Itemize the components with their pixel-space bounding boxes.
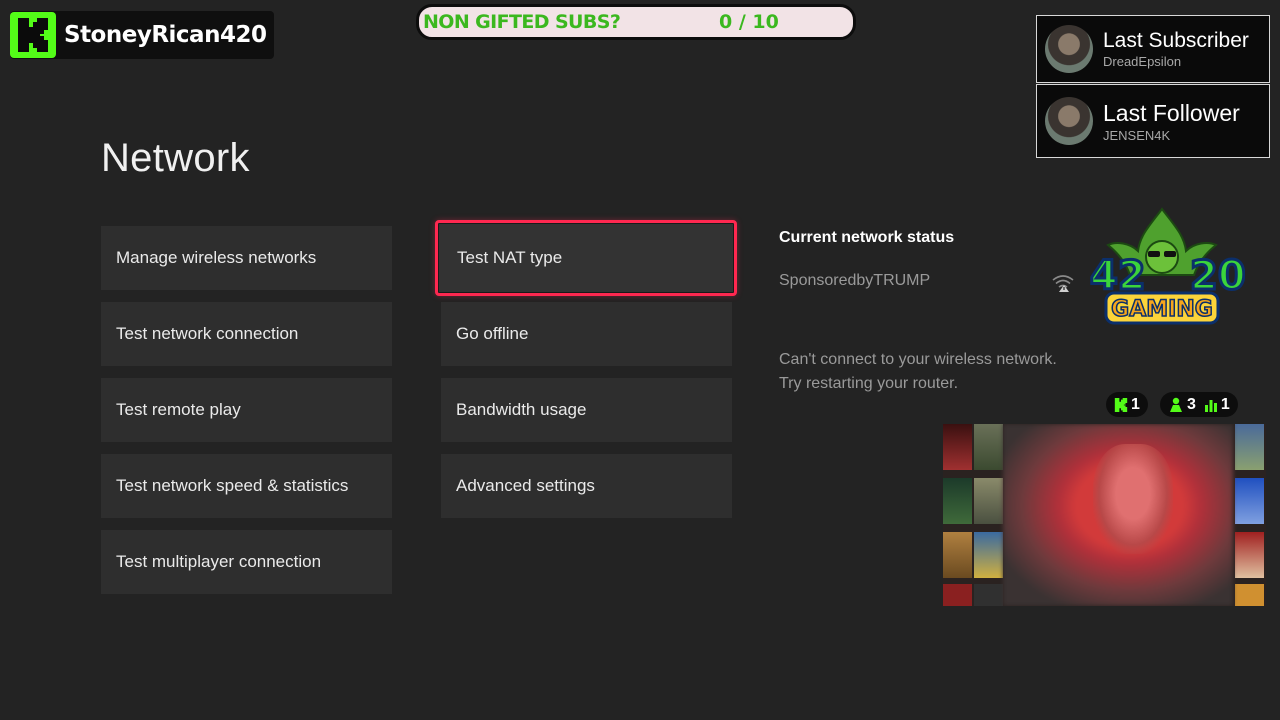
viewers-chart-icon [1204, 398, 1218, 412]
avatar [1045, 25, 1093, 73]
viewer-count: 1 [1220, 395, 1230, 413]
kick-count: 1 [1131, 395, 1140, 413]
game-thumbnail [1235, 584, 1264, 606]
tile-label: Test network speed & statistics [116, 476, 349, 495]
avatar [1045, 97, 1093, 145]
channel-name: StoneyRican420 [64, 22, 267, 48]
tile-label: Go offline [456, 324, 529, 343]
game-thumbnail [943, 584, 972, 606]
test-remote-play-button[interactable]: Test remote play [101, 378, 392, 442]
audience-stats-badge: 3 1 [1160, 392, 1238, 417]
channel-badge: StoneyRican420 [10, 11, 275, 59]
last-follower-title: Last Follower [1103, 99, 1240, 126]
last-subscriber-name: DreadEpsilon [1103, 54, 1182, 69]
advanced-settings-button[interactable]: Advanced settings [441, 454, 732, 518]
page-title: Network [101, 136, 250, 180]
tile-label: Test network connection [116, 324, 299, 343]
game-thumbnail [943, 532, 972, 578]
bandwidth-usage-button[interactable]: Bandwidth usage [441, 378, 732, 442]
game-thumbnail [1235, 424, 1264, 470]
tile-label: Test remote play [116, 400, 241, 419]
kick-count-badge: 1 [1106, 392, 1148, 417]
420-gaming-logo: 42 20 GAMING [1089, 207, 1245, 325]
go-offline-button[interactable]: Go offline [441, 302, 732, 366]
test-network-connection-button[interactable]: Test network connection [101, 302, 392, 366]
last-follower-panel: Last Follower JENSEN4K [1036, 84, 1270, 158]
game-thumbnail [974, 424, 1003, 470]
webcam-feed [943, 424, 1266, 606]
test-network-speed-button[interactable]: Test network speed & statistics [101, 454, 392, 518]
game-thumbnail [974, 532, 1003, 578]
test-nat-type-button[interactable]: Test NAT type [435, 220, 737, 296]
last-subscriber-panel: Last Subscriber DreadEpsilon [1036, 15, 1270, 83]
network-status-heading: Current network status [779, 229, 955, 246]
kick-icon [1114, 397, 1128, 412]
network-status-message: Can't connect to your wireless network. … [779, 351, 1057, 392]
tile-label: Advanced settings [456, 476, 595, 495]
manage-wireless-networks-button[interactable]: Manage wireless networks [101, 226, 392, 290]
game-thumbnail [943, 478, 972, 524]
follower-icon [1168, 397, 1184, 413]
game-thumbnail [1235, 532, 1264, 578]
last-subscriber-title: Last Subscriber [1103, 29, 1249, 52]
network-name: SponsoredbyTRUMP [779, 272, 931, 289]
follower-count: 3 [1187, 395, 1196, 413]
kick-logo-icon [10, 12, 56, 58]
last-follower-name: JENSEN4K [1103, 127, 1171, 143]
tile-label: Bandwidth usage [456, 400, 587, 419]
tile-label: Test multiplayer connection [116, 552, 322, 571]
wifi-warning-icon [1052, 275, 1074, 292]
game-thumbnail [974, 584, 1003, 606]
tile-label: Manage wireless networks [116, 248, 317, 267]
sub-goal-count: 0 / 10 [719, 11, 779, 33]
tile-label: Test NAT type [457, 248, 563, 267]
sub-goal-bar: NON GIFTED SUBS? 0 / 10 [416, 4, 856, 40]
logo-text-gaming: GAMING [1111, 297, 1213, 322]
streamer-face [1093, 444, 1173, 554]
game-thumbnail [974, 478, 1003, 524]
game-thumbnail [943, 424, 972, 470]
game-thumbnail [1235, 478, 1264, 524]
test-multiplayer-connection-button[interactable]: Test multiplayer connection [101, 530, 392, 594]
sub-goal-label: NON GIFTED SUBS? [423, 11, 621, 33]
